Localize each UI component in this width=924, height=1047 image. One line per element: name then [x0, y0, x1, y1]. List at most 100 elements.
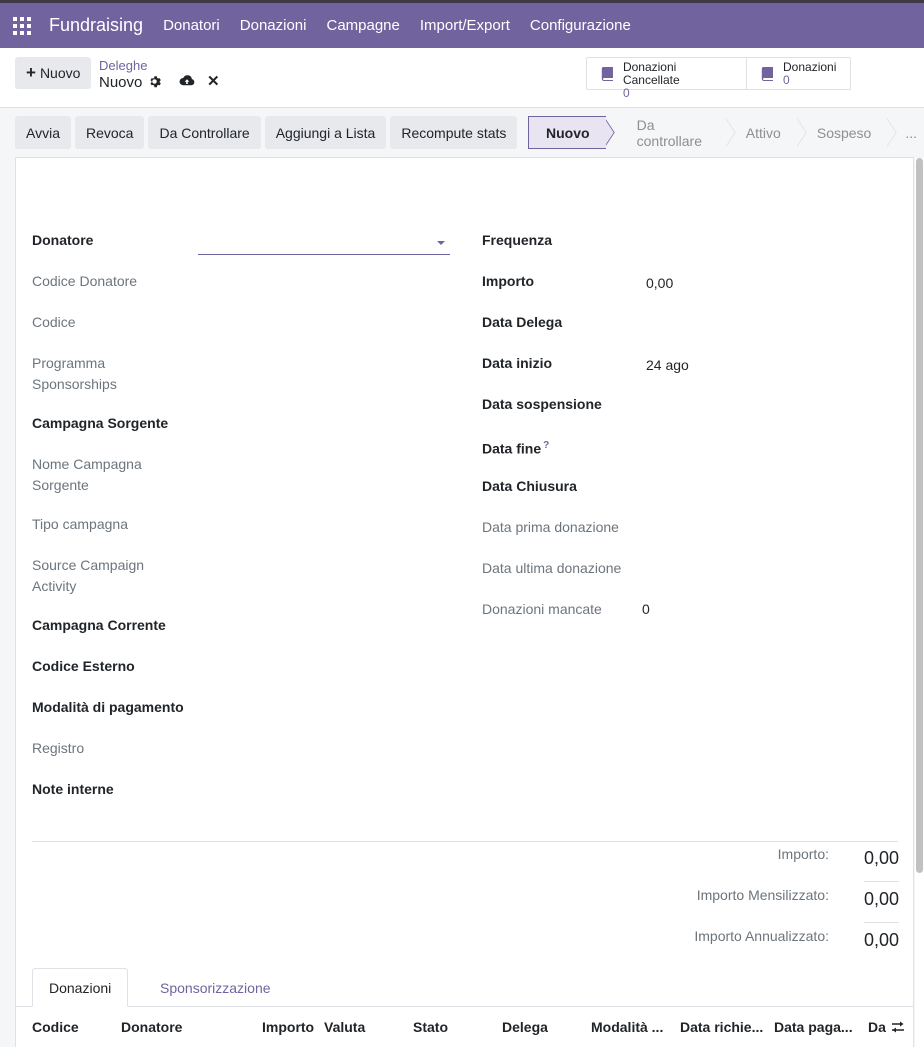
column-header-stato[interactable]: Stato	[413, 1019, 448, 1035]
app-brand[interactable]: Fundraising	[49, 15, 143, 36]
label-data-delega: Data Delega	[482, 314, 563, 330]
label-campagna-corrente: Campagna Corrente	[32, 617, 166, 633]
da-controllare-button[interactable]: Da Controllare	[148, 116, 261, 149]
label-donazioni-mancate: Donazioni mancate	[482, 601, 602, 617]
help-tooltip-icon[interactable]: ?	[543, 440, 549, 451]
label-data-inizio: Data inizio	[482, 355, 553, 371]
total-importo-mensilizzato-label: Importo Mensilizzato:	[696, 887, 829, 903]
label-modalita-pagamento: Modalità di pagamento	[32, 699, 184, 715]
save-cloud-icon[interactable]	[179, 73, 195, 89]
label-data-chiusura: Data Chiusura	[482, 478, 577, 494]
aggiungi-a-lista-button[interactable]: Aggiungi a Lista	[264, 116, 387, 149]
scrollbar[interactable]	[915, 158, 924, 1047]
stat-button-donazioni-cancellate[interactable]: Donazioni Cancellate 0	[587, 58, 747, 100]
label-nome-campagna-sorgente: Nome Campagna	[32, 456, 142, 472]
new-button-label: Nuovo	[39, 65, 81, 81]
control-panel: + Nuovo Deleghe Nuovo ✕ Donazioni Cancel…	[0, 48, 924, 108]
stage-nuovo[interactable]: Nuovo	[528, 116, 606, 149]
notebook-tabs: Donazioni Sponsorizzazione	[16, 968, 914, 1007]
label-donatore: Donatore	[32, 232, 94, 248]
label-source-campaign-activity-line2: Activity	[32, 578, 77, 594]
menu-import-export[interactable]: Import/Export	[420, 17, 510, 34]
form-sheet	[15, 157, 914, 1047]
stat-value: 0	[783, 73, 790, 87]
menu-configurazione[interactable]: Configurazione	[530, 17, 631, 34]
plus-icon: +	[26, 63, 36, 82]
label-codice: Codice	[32, 314, 76, 330]
top-navbar: Fundraising Donatori Donazioni Campagne …	[0, 0, 924, 48]
chevron-down-icon	[437, 241, 445, 245]
label-tipo-campagna: Tipo campagna	[32, 516, 128, 532]
book-icon	[761, 67, 773, 81]
optional-columns-icon[interactable]	[891, 1020, 905, 1034]
stage-arrow	[887, 118, 898, 147]
menu-donatori[interactable]: Donatori	[163, 17, 220, 34]
total-importo-annualizzato-value: 0,00	[863, 930, 899, 950]
revoca-button[interactable]: Revoca	[74, 116, 145, 149]
breadcrumb-current-label: Nuovo	[99, 74, 143, 91]
label-source-campaign-activity: Source Campaign	[32, 557, 145, 573]
column-header-importo[interactable]: Importo	[262, 1019, 314, 1035]
column-header-codice[interactable]: Codice	[32, 1019, 79, 1035]
data-inizio-value[interactable]: 24 ago	[646, 357, 689, 373]
label-data-fine-text: Data fine	[482, 440, 542, 457]
stat-buttons: Donazioni Cancellate 0 Donazioni 0	[586, 57, 851, 100]
discard-close-icon[interactable]: ✕	[207, 72, 220, 90]
tab-sponsorizzazione[interactable]: Sponsorizzazione	[144, 968, 287, 1007]
label-codice-donatore: Codice Donatore	[32, 273, 138, 289]
gear-icon[interactable]	[148, 75, 162, 91]
label-frequenza: Frequenza	[482, 232, 553, 248]
label-registro: Registro	[32, 740, 85, 756]
breadcrumb-parent[interactable]: Deleghe	[99, 58, 161, 73]
label-data-sospensione: Data sospensione	[482, 396, 602, 412]
importo-value[interactable]: 0,00	[646, 275, 673, 291]
label-data-prima-donazione: Data prima donazione	[482, 519, 619, 535]
label-codice-esterno: Codice Esterno	[32, 658, 135, 674]
donazioni-mancate-value: 0	[642, 601, 650, 617]
label-data-ultima-donazione: Data ultima donazione	[482, 560, 622, 576]
divider	[32, 841, 898, 842]
column-header-data-pagamento[interactable]: Data paga...	[774, 1019, 853, 1035]
label-data-fine: Data fine?	[482, 435, 549, 460]
stat-button-donazioni[interactable]: Donazioni 0	[747, 58, 850, 89]
recompute-stats-button[interactable]: Recompute stats	[390, 116, 518, 149]
donatore-select[interactable]	[198, 232, 450, 255]
total-importo-value: 0,00	[863, 848, 899, 868]
breadcrumb-current: Nuovo	[99, 74, 162, 91]
book-icon	[601, 67, 613, 81]
total-importo-label: Importo:	[777, 846, 829, 862]
column-header-donatore[interactable]: Donatore	[121, 1019, 182, 1035]
label-importo: Importo	[482, 273, 535, 289]
stat-value: 0	[622, 86, 630, 100]
label-programma-sponsorships-line2: Sponsorships	[32, 376, 117, 392]
stage-sospeso[interactable]: Sospeso	[807, 116, 887, 149]
total-importo-mensilizzato-value: 0,00	[863, 889, 899, 909]
action-buttons: Avvia Revoca Da Controllare Aggiungi a L…	[15, 116, 521, 150]
label-campagna-sorgente: Campagna Sorgente	[32, 415, 169, 431]
new-button[interactable]: + Nuovo	[15, 57, 92, 89]
stage-arrow	[725, 118, 736, 147]
stage-da-controllare[interactable]: Da controllare	[615, 116, 726, 149]
label-programma-sponsorships: Programma	[32, 355, 106, 371]
column-header-valuta[interactable]: Valuta	[324, 1019, 365, 1035]
stage-more[interactable]: ...	[897, 116, 924, 149]
column-header-da[interactable]: Da	[868, 1019, 886, 1035]
avvia-button[interactable]: Avvia	[15, 116, 71, 149]
stage-arrow	[796, 118, 807, 147]
stat-label: Donazioni Cancellate	[622, 60, 680, 87]
tab-donazioni[interactable]: Donazioni	[32, 968, 129, 1007]
label-nome-campagna-sorgente-line2: Sorgente	[32, 477, 89, 493]
apps-menu-icon[interactable]	[13, 16, 31, 35]
stage-attivo[interactable]: Attivo	[736, 116, 797, 149]
stat-label: Donazioni	[783, 60, 837, 74]
column-header-data-richiesta[interactable]: Data richie...	[680, 1019, 763, 1035]
column-header-delega[interactable]: Delega	[502, 1019, 548, 1035]
stage-arrow	[604, 118, 615, 147]
breadcrumb: Deleghe Nuovo	[99, 58, 162, 91]
total-importo-annualizzato-label: Importo Annualizzato:	[694, 928, 829, 944]
label-note-interne: Note interne	[32, 781, 114, 797]
column-header-modalita[interactable]: Modalità ...	[591, 1019, 663, 1035]
menu-donazioni[interactable]: Donazioni	[240, 17, 307, 34]
status-bar: Nuovo Da controllare Attivo Sospeso ...	[528, 116, 924, 149]
menu-campagne[interactable]: Campagne	[326, 17, 399, 34]
